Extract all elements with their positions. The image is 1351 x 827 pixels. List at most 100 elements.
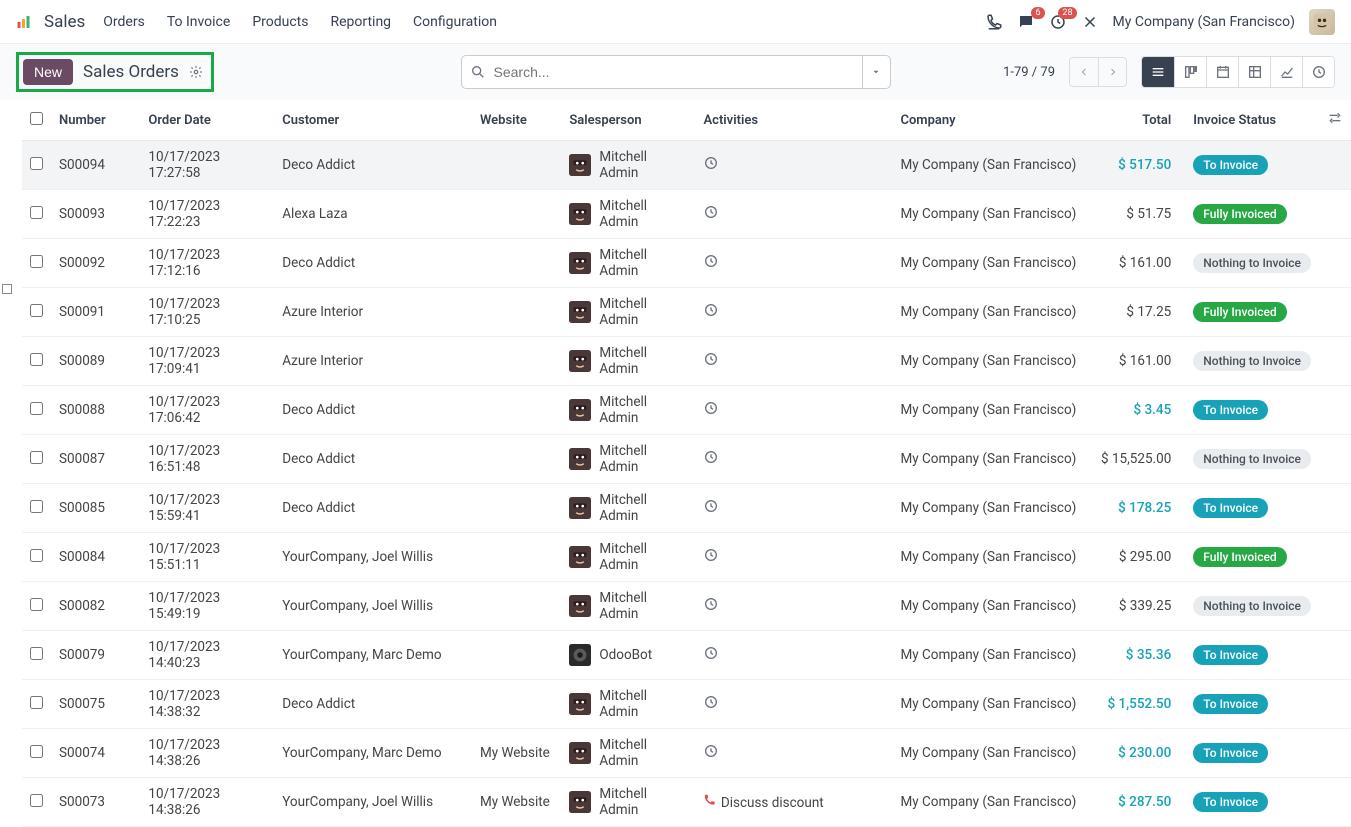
row-checkbox[interactable] [30, 451, 43, 464]
pager-next[interactable] [1098, 58, 1126, 86]
cell-number: S00088 [51, 386, 140, 435]
table-row[interactable]: S0007410/17/2023 14:38:26YourCompany, Ma… [22, 729, 1351, 778]
col-total[interactable]: Total [1090, 100, 1180, 141]
table-row[interactable]: S0009110/17/2023 17:10:25Azure InteriorM… [22, 288, 1351, 337]
cell-total: $ 295.00 [1090, 533, 1180, 582]
table-row[interactable]: S0008410/17/2023 15:51:11YourCompany, Jo… [22, 533, 1351, 582]
view-calendar-icon[interactable] [1206, 57, 1238, 87]
table-row[interactable]: S0007310/17/2023 14:38:26YourCompany, Jo… [22, 778, 1351, 827]
clock-icon[interactable] [703, 208, 719, 224]
clock-icon[interactable] [703, 551, 719, 567]
gear-icon[interactable] [189, 65, 203, 79]
row-checkbox[interactable] [30, 402, 43, 415]
table-row[interactable]: S0009410/17/2023 17:27:58Deco AddictMitc… [22, 141, 1351, 190]
clock-icon[interactable] [703, 306, 719, 322]
cell-total: $ 1,552.50 [1090, 680, 1180, 729]
cell-activities [695, 337, 892, 386]
row-checkbox[interactable] [30, 549, 43, 562]
phone-icon[interactable] [703, 795, 717, 811]
activities-button[interactable]: 28 [1049, 13, 1067, 31]
nav-configuration[interactable]: Configuration [413, 14, 497, 30]
user-avatar[interactable] [1309, 9, 1335, 35]
row-checkbox[interactable] [30, 598, 43, 611]
table-row[interactable]: S0008810/17/2023 17:06:42Deco AddictMitc… [22, 386, 1351, 435]
nav-reporting[interactable]: Reporting [330, 14, 391, 30]
messages-button[interactable]: 6 [1017, 13, 1035, 31]
clock-icon[interactable] [703, 698, 719, 714]
table-row[interactable]: S0009310/17/2023 17:22:23Alexa LazaMitch… [22, 190, 1351, 239]
nav-products[interactable]: Products [252, 14, 308, 30]
activities-badge: 28 [1058, 7, 1076, 19]
table-row[interactable]: S0008210/17/2023 15:49:19YourCompany, Jo… [22, 582, 1351, 631]
tools-icon[interactable] [1081, 13, 1099, 31]
view-pivot-icon[interactable] [1238, 57, 1270, 87]
row-checkbox[interactable] [30, 157, 43, 170]
col-company[interactable]: Company [892, 100, 1089, 141]
row-checkbox[interactable] [30, 255, 43, 268]
clock-icon[interactable] [703, 600, 719, 616]
row-checkbox[interactable] [30, 500, 43, 513]
view-activity-icon[interactable] [1302, 57, 1334, 87]
app-logo-icon[interactable] [16, 13, 34, 31]
search-dropdown-toggle[interactable] [862, 56, 890, 88]
view-list-icon[interactable] [1142, 57, 1174, 87]
row-checkbox[interactable] [30, 794, 43, 807]
phone-support-icon[interactable] [985, 13, 1003, 31]
col-website[interactable]: Website [472, 100, 561, 141]
cell-website [472, 386, 561, 435]
table-row[interactable]: S0008510/17/2023 15:59:41Deco AddictMitc… [22, 484, 1351, 533]
clock-icon[interactable] [703, 355, 719, 371]
cell-status: Nothing to Invoice [1179, 435, 1319, 484]
table-row[interactable]: S0008710/17/2023 16:51:48Deco AddictMitc… [22, 435, 1351, 484]
cell-date: 10/17/2023 17:10:25 [140, 288, 274, 337]
pager-prev[interactable] [1070, 58, 1098, 86]
row-checkbox[interactable] [30, 206, 43, 219]
col-activities[interactable]: Activities [695, 100, 892, 141]
row-checkbox[interactable] [30, 304, 43, 317]
row-checkbox[interactable] [30, 647, 43, 660]
clock-icon[interactable] [703, 649, 719, 665]
salesperson-avatar [569, 595, 591, 617]
table-row[interactable]: S0007510/17/2023 14:38:32Deco AddictMitc… [22, 680, 1351, 729]
cell-status: To Invoice [1179, 386, 1319, 435]
cell-company: My Company (San Francisco) [892, 729, 1089, 778]
col-number[interactable]: Number [51, 100, 140, 141]
app-name[interactable]: Sales [44, 12, 85, 32]
table-row[interactable]: S0007910/17/2023 14:40:23YourCompany, Ma… [22, 631, 1351, 680]
salesperson-name: Mitchell Admin [599, 737, 687, 769]
row-checkbox[interactable] [30, 696, 43, 709]
cell-options [1319, 484, 1351, 533]
row-checkbox[interactable] [30, 353, 43, 366]
topbar: Sales Orders To Invoice Products Reporti… [0, 0, 1351, 44]
view-kanban-icon[interactable] [1174, 57, 1206, 87]
company-selector[interactable]: My Company (San Francisco) [1113, 14, 1295, 30]
select-all-checkbox[interactable] [30, 112, 43, 125]
clock-icon[interactable] [703, 453, 719, 469]
col-options[interactable] [1319, 100, 1351, 141]
table-row[interactable]: S0008910/17/2023 17:09:41Azure InteriorM… [22, 337, 1351, 386]
pager-text[interactable]: 1-79 / 79 [1003, 65, 1055, 80]
cell-company: My Company (San Francisco) [892, 582, 1089, 631]
salesperson-name: Mitchell Admin [599, 296, 687, 328]
clock-icon[interactable] [703, 159, 719, 175]
new-button[interactable]: New [23, 59, 73, 85]
col-salesperson[interactable]: Salesperson [561, 100, 695, 141]
nav-orders[interactable]: Orders [103, 14, 145, 30]
clock-icon[interactable] [703, 404, 719, 420]
cell-number: S00075 [51, 680, 140, 729]
col-invoice-status[interactable]: Invoice Status [1179, 100, 1319, 141]
clock-icon[interactable] [703, 747, 719, 763]
status-badge: Fully Invoiced [1193, 204, 1286, 224]
col-customer[interactable]: Customer [274, 100, 472, 141]
cell-date: 10/17/2023 14:40:23 [140, 631, 274, 680]
col-date[interactable]: Order Date [140, 100, 274, 141]
cell-status: Fully Invoiced [1179, 190, 1319, 239]
row-checkbox[interactable] [30, 745, 43, 758]
table-row[interactable]: S0009210/17/2023 17:12:16Deco AddictMitc… [22, 239, 1351, 288]
search-input[interactable] [494, 64, 862, 80]
nav-to-invoice[interactable]: To Invoice [167, 14, 231, 30]
clock-icon[interactable] [703, 257, 719, 273]
clock-icon[interactable] [703, 502, 719, 518]
salesperson-avatar [569, 203, 591, 225]
view-graph-icon[interactable] [1270, 57, 1302, 87]
